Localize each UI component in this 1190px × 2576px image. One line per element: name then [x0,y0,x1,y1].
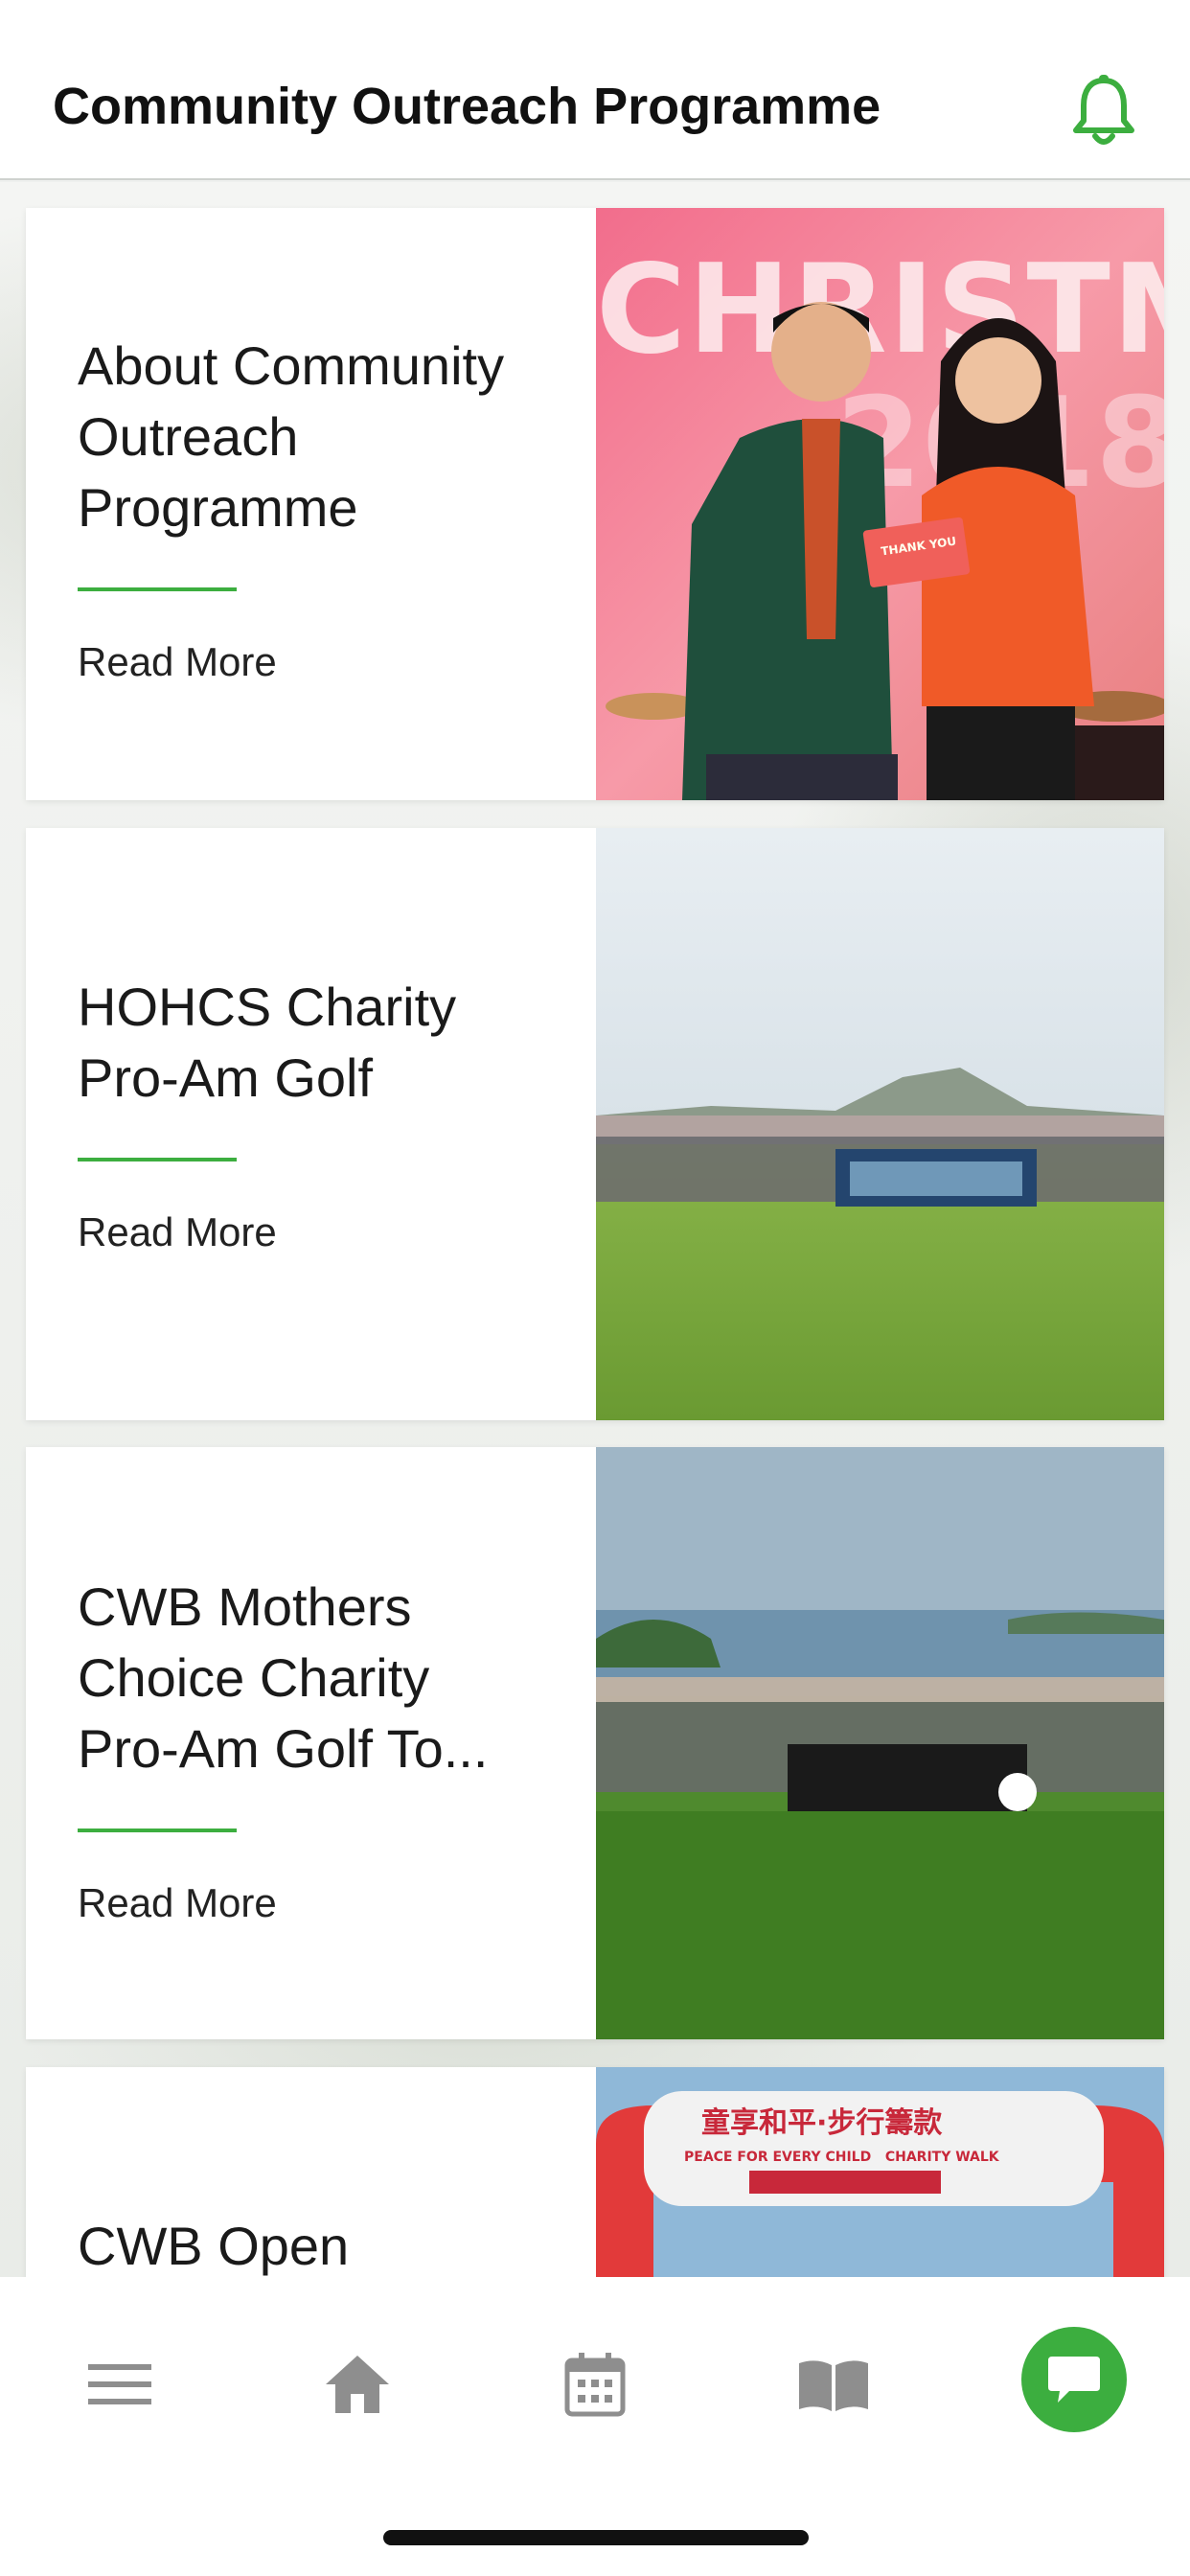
golf-group-sea-photo[interactable] [596,1447,1164,2039]
title-divider [78,587,237,591]
card-title: HOHCS Charity Pro-Am Golf [78,972,595,1114]
bell-icon[interactable] [1070,73,1137,150]
charity-walk-banner-text: PEACE FOR EVERY CHILD CHARITY WALK [684,2150,1000,2165]
programme-card[interactable]: CWB Open 童享和平·步行籌款 PEACE FOR EVERY CHILD… [26,2067,1164,2288]
home-icon[interactable] [309,2336,405,2432]
title-divider [78,1828,237,1832]
card-title-line: Pro-Am Golf [78,1047,374,1108]
programme-card[interactable]: HOHCS Charity Pro-Am Golf Read More [26,828,1164,1420]
read-more-link[interactable]: Read More [78,1209,277,1255]
card-title-line: HOHCS Charity [78,977,457,1037]
card-title-line: Outreach [78,406,299,467]
programme-card[interactable]: CWB Mothers Choice Charity Pro-Am Golf T… [26,1447,1164,2039]
app-header: Community Outreach Programme [0,0,1190,180]
card-title: CWB Mothers Choice Charity Pro-Am Golf T… [78,1572,595,1784]
read-more-link[interactable]: Read More [78,639,277,685]
svg-text:童享和平·步行籌款: 童享和平·步行籌款 [701,2106,943,2140]
title-divider [78,1158,237,1162]
programme-card[interactable]: About Community Outreach Programme Read … [26,208,1164,800]
event-banner-text: CHRISTM [596,239,1164,381]
card-title-line: Programme [78,477,358,538]
book-icon[interactable] [786,2336,881,2432]
card-text: HOHCS Charity Pro-Am Golf Read More [78,972,595,1255]
card-title: About Community Outreach Programme [78,331,595,543]
card-text: CWB Mothers Choice Charity Pro-Am Golf T… [78,1572,595,1926]
chat-icon[interactable] [1021,2327,1127,2432]
card-text: CWB Open [78,2211,595,2282]
card-title: CWB Open [78,2211,595,2282]
golf-group-photo[interactable] [596,828,1164,1420]
card-title-line: CWB Open [78,2216,350,2276]
calendar-icon[interactable] [547,2336,643,2432]
charity-walk-photo[interactable]: 童享和平·步行籌款 PEACE FOR EVERY CHILD CHARITY … [596,2067,1164,2288]
card-title-line: About Community [78,335,505,396]
card-title-line: CWB Mothers [78,1576,412,1637]
menu-icon[interactable] [72,2336,168,2432]
page-title: Community Outreach Programme [53,78,881,135]
card-title-line: Pro-Am Golf To... [78,1718,489,1779]
christmas-event-photo[interactable]: CHRISTM 2018 THANK YOU [596,208,1164,800]
card-title-line: Choice Charity [78,1647,430,1708]
card-text: About Community Outreach Programme Read … [78,331,595,685]
read-more-link[interactable]: Read More [78,1880,277,1926]
home-indicator[interactable] [383,2530,809,2545]
